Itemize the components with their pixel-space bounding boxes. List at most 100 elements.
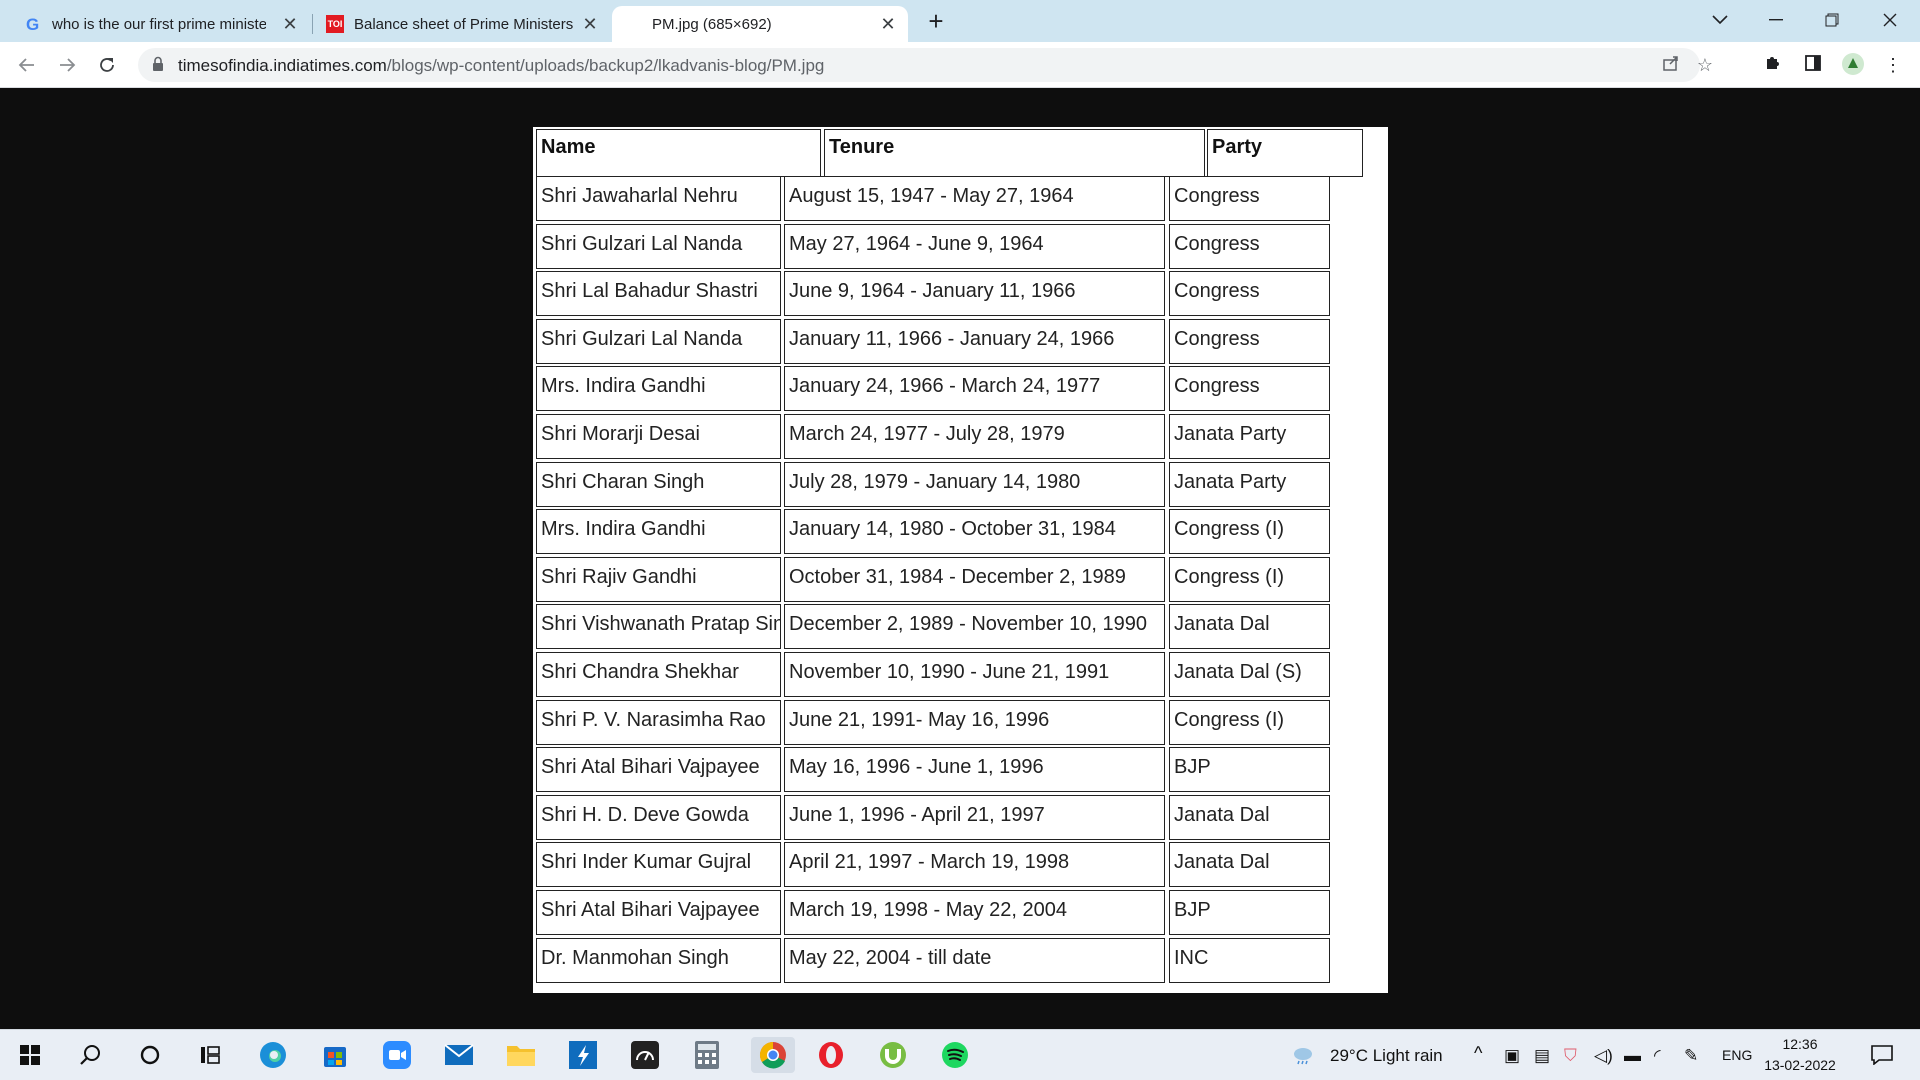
restore-icon[interactable] (1812, 0, 1852, 40)
cell-name: Shri P. V. Narasimha Rao (536, 700, 781, 745)
forward-icon[interactable] (52, 50, 82, 80)
close-window-icon[interactable] (1870, 0, 1910, 40)
cell-party: BJP (1169, 747, 1330, 792)
lock-icon[interactable] (152, 56, 166, 74)
cell-tenure: October 31, 1984 - December 2, 1989 (784, 557, 1165, 602)
speedometer-icon[interactable] (627, 1037, 663, 1073)
power-automate-icon[interactable] (565, 1037, 601, 1073)
cell-name: Shri Atal Bihari Vajpayee (536, 890, 781, 935)
cortana-icon[interactable] (132, 1037, 168, 1073)
weather-text[interactable]: 29°C Light rain (1330, 1046, 1443, 1066)
wifi-icon[interactable]: ◜ (1654, 1046, 1661, 1066)
reload-icon[interactable] (92, 50, 122, 80)
calculator-icon[interactable] (689, 1037, 725, 1073)
speaker-icon[interactable]: ◁) (1594, 1046, 1613, 1066)
tab-google-search[interactable]: G who is the our first prime minister - … (10, 6, 310, 42)
cell-name: Shri Gulzari Lal Nanda (536, 319, 781, 364)
cell-party: Janata Dal (S) (1169, 652, 1330, 697)
google-icon: G (24, 15, 42, 33)
cell-tenure: June 1, 1996 - April 21, 1997 (784, 795, 1165, 840)
tab-search-icon[interactable] (1700, 0, 1740, 40)
utorrent-icon[interactable] (875, 1037, 911, 1073)
show-hidden-icons-icon[interactable]: ^ (1474, 1043, 1482, 1064)
cell-party: Congress (I) (1169, 700, 1330, 745)
cell-name: Shri Gulzari Lal Nanda (536, 224, 781, 269)
system-clock[interactable]: 12:36 13-02-2022 (1762, 1034, 1838, 1076)
cell-tenure: June 21, 1991- May 16, 1996 (784, 700, 1165, 745)
cell-name: Shri Chandra Shekhar (536, 652, 781, 697)
pm-table-image: Name Tenure Party Shri Jawaharlal Nehru A… (533, 127, 1388, 993)
header-name: Name (536, 129, 821, 177)
cell-tenure: May 22, 2004 - till date (784, 938, 1165, 983)
cell-name: Shri Rajiv Gandhi (536, 557, 781, 602)
tab-strip: G who is the our first prime minister - … (0, 0, 1920, 42)
cell-party: Congress (1169, 176, 1330, 221)
cell-name: Mrs. Indira Gandhi (536, 509, 781, 554)
new-tab-button[interactable]: + (922, 8, 950, 36)
weather-rain-icon[interactable] (1290, 1037, 1316, 1073)
file-explorer-icon[interactable] (503, 1037, 539, 1073)
url-text[interactable]: timesofindia.indiatimes.com/blogs/wp-con… (178, 56, 824, 76)
minimize-icon[interactable] (1756, 0, 1796, 40)
cell-tenure: January 11, 1966 - January 24, 1966 (784, 319, 1165, 364)
search-icon[interactable] (72, 1037, 108, 1073)
toi-icon: TOI (326, 15, 344, 33)
chrome-icon[interactable] (751, 1037, 795, 1073)
extensions-icon[interactable] (1760, 52, 1786, 78)
clock-date: 13-02-2022 (1764, 1057, 1836, 1073)
profile-avatar[interactable] (1840, 52, 1866, 78)
cell-party: Congress (1169, 366, 1330, 411)
spotify-icon[interactable] (937, 1037, 973, 1073)
cell-name: Shri Lal Bahadur Shastri (536, 271, 781, 316)
store-icon[interactable] (317, 1037, 353, 1073)
menu-dots-icon[interactable]: ⋮ (1880, 52, 1906, 78)
notifications-icon[interactable] (1864, 1037, 1900, 1073)
edge-icon[interactable] (255, 1037, 291, 1073)
mail-icon[interactable] (441, 1037, 477, 1073)
tab-title: Balance sheet of Prime Ministers (354, 15, 574, 33)
language-indicator[interactable]: ENG (1722, 1047, 1752, 1063)
opera-icon[interactable] (813, 1037, 849, 1073)
cell-party: Janata Party (1169, 414, 1330, 459)
cell-party: Janata Dal (1169, 795, 1330, 840)
cell-name: Shri Vishwanath Pratap Singh (536, 604, 781, 649)
cell-name: Mrs. Indira Gandhi (536, 366, 781, 411)
cell-tenure: March 24, 1977 - July 28, 1979 (784, 414, 1165, 459)
svg-text:G: G (26, 15, 39, 33)
cell-tenure: March 19, 1998 - May 22, 2004 (784, 890, 1165, 935)
start-windows-icon[interactable] (12, 1037, 48, 1073)
cell-tenure: May 27, 1964 - June 9, 1964 (784, 224, 1165, 269)
cell-party: Congress (1169, 319, 1330, 364)
close-tab-icon[interactable]: ✕ (878, 14, 898, 34)
cell-tenure: April 21, 1997 - March 19, 1998 (784, 842, 1165, 887)
header-tenure: Tenure (824, 129, 1205, 177)
address-bar[interactable]: timesofindia.indiatimes.com/blogs/wp-con… (138, 48, 1713, 82)
cell-tenure: January 14, 1980 - October 31, 1984 (784, 509, 1165, 554)
tab-title: who is the our first prime minister - Go… (52, 15, 266, 33)
zoom-icon[interactable] (379, 1037, 415, 1073)
cell-name: Shri Charan Singh (536, 462, 781, 507)
tab-pm-image[interactable]: PM.jpg (685×692) ✕ (612, 6, 908, 42)
task-view-icon[interactable] (192, 1037, 228, 1073)
back-icon[interactable] (12, 50, 42, 80)
cell-party: Congress (1169, 271, 1330, 316)
bookmark-star-icon[interactable]: ☆ (1694, 54, 1716, 76)
close-tab-icon[interactable]: ✕ (280, 14, 300, 34)
tab-balance-sheet[interactable]: TOI Balance sheet of Prime Ministers ✕ (312, 6, 610, 42)
cell-name: Shri Morarji Desai (536, 414, 781, 459)
pen-icon[interactable]: ✎ (1684, 1046, 1698, 1066)
cell-tenure: June 9, 1964 - January 11, 1966 (784, 271, 1165, 316)
cell-name: Shri Atal Bihari Vajpayee (536, 747, 781, 792)
url-host: timesofindia.indiatimes.com (178, 56, 387, 75)
meet-now-icon[interactable]: ▣ (1504, 1046, 1520, 1066)
cell-party: Congress (1169, 224, 1330, 269)
taskbar: 29°C Light rain ^ ▣ ▤ ⛉ ◁) ▬ ◜ ✎ ENG 12:… (0, 1029, 1920, 1080)
antivirus-icon[interactable]: ⛉ (1564, 1046, 1577, 1066)
battery-icon[interactable]: ▬ (1624, 1046, 1641, 1066)
device-icon[interactable]: ▤ (1534, 1046, 1550, 1066)
header-party: Party (1207, 129, 1363, 177)
side-panel-icon[interactable] (1800, 52, 1826, 78)
share-icon[interactable] (1660, 54, 1682, 76)
cell-tenure: July 28, 1979 - January 14, 1980 (784, 462, 1165, 507)
close-tab-icon[interactable]: ✕ (580, 14, 600, 34)
